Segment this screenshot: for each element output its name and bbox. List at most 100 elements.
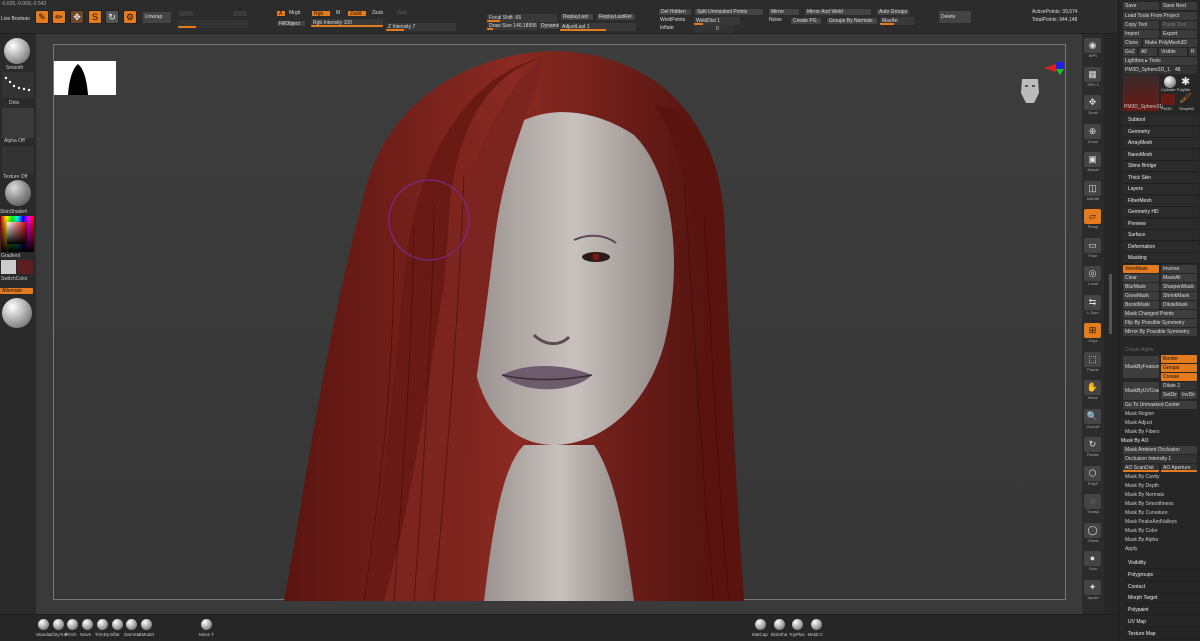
- sculpt-model[interactable]: [244, 45, 944, 601]
- mask-item-mask-by-smoothness[interactable]: Mask By Smoothness: [1125, 501, 1173, 507]
- menu-geometry-hd[interactable]: Geometry HD: [1123, 207, 1199, 218]
- mask-item-mask-by-normals[interactable]: Mask By Normals: [1125, 492, 1164, 498]
- draw-icon[interactable]: ✏: [52, 10, 66, 24]
- mask-item-mask-by-depth[interactable]: Mask By Depth: [1125, 483, 1159, 489]
- export-button[interactable]: Export: [1161, 30, 1197, 38]
- rgb-intensity-slider[interactable]: Rgb Intensity 100: [311, 19, 383, 27]
- crease-toggle[interactable]: Crease: [1161, 373, 1197, 381]
- rotate-icon[interactable]: ↻: [105, 10, 119, 24]
- active-tool-thumbnail[interactable]: PM3D_Sphere3D: [1123, 75, 1163, 111]
- create-pg-button[interactable]: Create PG: [790, 17, 822, 25]
- mask-by-ao-header[interactable]: Mask By AO: [1121, 438, 1149, 444]
- menu-thick-skin[interactable]: Thick Skin: [1123, 172, 1199, 184]
- shelf-zoom-icon[interactable]: ⊕: [1084, 123, 1101, 139]
- menu-subtool[interactable]: Subtool: [1123, 115, 1199, 126]
- paste-tool-button[interactable]: Paste Tool: [1161, 21, 1197, 29]
- brush-preview-sphere[interactable]: [2, 298, 32, 328]
- shelf-scroll-icon[interactable]: ✥: [1084, 95, 1101, 110]
- menu-morph-target[interactable]: Morph Target: [1123, 593, 1199, 605]
- shelf-actual-icon[interactable]: ▣: [1084, 152, 1101, 167]
- smooth-brush-icon[interactable]: [4, 38, 30, 64]
- shelf-transp-icon[interactable]: ◌: [1084, 494, 1101, 509]
- go-unmasked-center-button[interactable]: Go To Unmasked Center: [1123, 401, 1197, 409]
- menu-texture-map[interactable]: Texture Map: [1123, 628, 1199, 640]
- disabled-button-2[interactable]: [232, 10, 248, 17]
- save-button[interactable]: Save: [1123, 2, 1159, 10]
- simpleb-thumb[interactable]: 🖌: [1179, 93, 1193, 105]
- pm3d-thumb[interactable]: [1161, 94, 1175, 105]
- main-color-swatch[interactable]: [1, 260, 16, 274]
- shelf-l-sym-icon[interactable]: ⇆: [1084, 294, 1101, 310]
- mask-region-button[interactable]: Mask Region: [1125, 411, 1154, 417]
- dilute-mask-button[interactable]: DiluteMask: [1161, 301, 1197, 309]
- draw-size-slider[interactable]: Draw Size 140.18995: [487, 22, 537, 30]
- goz-button[interactable]: GoZ: [1123, 48, 1137, 56]
- mask-item-mask-by-curvature[interactable]: Mask By Curvature: [1125, 510, 1168, 516]
- mask-item-mask-by-color[interactable]: Mask By Color: [1125, 528, 1158, 534]
- mask-item-mask-by-cavity[interactable]: Mask By Cavity: [1125, 474, 1159, 480]
- gizmo-icon[interactable]: ⚙: [123, 10, 137, 24]
- material-3-icon[interactable]: [810, 619, 822, 630]
- mask-by-feature-button[interactable]: MaskByFeature: [1123, 356, 1159, 378]
- secondary-color-swatch[interactable]: [17, 260, 33, 274]
- adjust-last-slider[interactable]: AdjustLast 1: [560, 23, 636, 31]
- inflate-slider[interactable]: 0: [694, 25, 734, 33]
- disabled-slider[interactable]: [178, 20, 248, 28]
- brush-trimdy-icon[interactable]: [96, 619, 108, 630]
- menu-masking[interactable]: Masking: [1123, 253, 1199, 264]
- ao-scandist-slider[interactable]: AO ScanDist: [1123, 464, 1159, 472]
- z-intensity-slider[interactable]: Z Intensity 7: [386, 23, 456, 31]
- make-polymesh-button[interactable]: Make PolyMesh3D: [1143, 39, 1197, 47]
- delete-button[interactable]: Delete: [938, 10, 972, 24]
- menu-deformation[interactable]: Deformation: [1123, 241, 1199, 253]
- shelf-rotate-icon[interactable]: ↻: [1084, 437, 1101, 452]
- blur-mask-button[interactable]: BlurMask: [1123, 283, 1159, 291]
- menu-preview[interactable]: Preview: [1123, 218, 1199, 230]
- menu-geometry[interactable]: Geometry: [1123, 126, 1199, 138]
- shelf-frame-icon[interactable]: ⬚: [1084, 351, 1101, 367]
- viewmask-button[interactable]: ViewMask: [1123, 265, 1159, 273]
- groups-by-normals-button[interactable]: Groups By Normals: [826, 17, 878, 25]
- mask-item-mask-peaksandvalleys[interactable]: Mask PeaksAndValleys: [1125, 519, 1177, 525]
- unwrap-button[interactable]: Unwrap: [142, 11, 172, 24]
- sharpen-mask-button[interactable]: SharpenMask: [1161, 283, 1197, 291]
- shelf-bpr-icon[interactable]: ◉: [1084, 38, 1101, 53]
- move-topological-icon[interactable]: [201, 619, 212, 630]
- texture-off-icon[interactable]: [2, 146, 34, 174]
- switch-color-label[interactable]: SwitchColor: [1, 276, 28, 282]
- menu-arraymesh[interactable]: ArrayMesh: [1123, 138, 1199, 149]
- weld-points-button[interactable]: WeldPoints: [660, 17, 685, 24]
- shelf-floor-icon[interactable]: ▭: [1084, 237, 1101, 253]
- menu-polygroups[interactable]: Polygroups: [1123, 569, 1199, 581]
- shelf-polyf-icon[interactable]: ⬡: [1084, 465, 1101, 481]
- alpha-off-icon[interactable]: [2, 108, 34, 138]
- replay-last-button[interactable]: ReplayLast: [560, 13, 594, 21]
- document-viewport[interactable]: [36, 34, 1082, 614]
- r-button[interactable]: R: [1189, 48, 1197, 56]
- all-button[interactable]: All: [1139, 48, 1157, 56]
- occlusion-intensity-slider[interactable]: Occlusion Intensity 1: [1123, 455, 1197, 463]
- brush-inflat-icon[interactable]: [111, 619, 123, 630]
- clone-button[interactable]: Clone: [1123, 39, 1141, 47]
- boost-mask-button[interactable]: BoostMask: [1123, 301, 1159, 309]
- lightbox-tools-button[interactable]: Lightbox ▸ Tools: [1123, 57, 1197, 65]
- orientation-head-icon[interactable]: [1018, 73, 1042, 109]
- shelf-spix-3-icon[interactable]: ▦: [1084, 66, 1101, 82]
- dilate-slider[interactable]: Dilate 2: [1161, 382, 1197, 390]
- mrgb-button[interactable]: Mrgb: [289, 10, 300, 17]
- move-icon[interactable]: ✥: [70, 10, 84, 24]
- zadd-button[interactable]: Zadd: [347, 10, 367, 17]
- visible-button[interactable]: Visible: [1159, 48, 1187, 56]
- import-button[interactable]: Import: [1123, 30, 1159, 38]
- menu-polypaint[interactable]: Polypaint: [1123, 605, 1199, 617]
- load-tools-button[interactable]: Load Tools From Project: [1123, 12, 1197, 20]
- brush-zmodel-icon[interactable]: [140, 619, 152, 630]
- color-square[interactable]: [7, 222, 27, 244]
- material-2-icon[interactable]: [792, 619, 803, 630]
- scale-icon[interactable]: S: [88, 10, 102, 24]
- zcut-button[interactable]: Zcut: [397, 10, 407, 17]
- mask-all-button[interactable]: MaskAll: [1161, 274, 1197, 282]
- menu-uv-map[interactable]: UV Map: [1123, 617, 1199, 628]
- replay-last-rel-button[interactable]: ReplayLastRel: [596, 13, 636, 21]
- clear-mask-button[interactable]: Clear: [1123, 274, 1159, 282]
